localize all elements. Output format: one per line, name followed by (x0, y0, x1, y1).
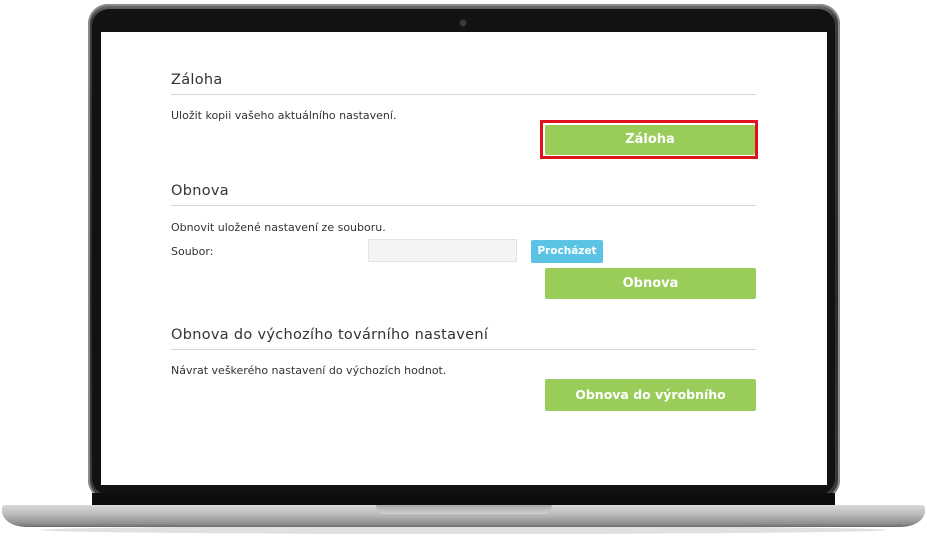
browse-button[interactable]: Procházet (531, 240, 603, 263)
restore-description: Obnovit uložené nastavení ze souboru. (171, 221, 386, 234)
backup-description: Uložit kopii vašeho aktuálního nastavení… (171, 109, 397, 122)
router-settings-screen: Záloha Uložit kopii vašeho aktuálního na… (101, 32, 827, 485)
factory-reset-divider (171, 349, 756, 350)
restore-divider (171, 205, 756, 206)
file-path-input[interactable] (368, 239, 517, 262)
webcam-icon (460, 20, 466, 26)
file-field-label: Soubor: (171, 245, 214, 258)
backup-section-title: Záloha (171, 72, 223, 88)
laptop-shadow (40, 526, 887, 534)
restore-section-title: Obnova (171, 183, 229, 199)
factory-reset-description: Návrat veškerého nastavení do výchozích … (171, 364, 447, 377)
backup-button-highlight (540, 120, 758, 159)
laptop-notch (376, 505, 552, 514)
backup-divider (171, 94, 756, 95)
factory-reset-section-title: Obnova do výchozího továrního nastavení (171, 327, 489, 343)
factory-reset-button[interactable]: Obnova do výrobního nastavení (545, 379, 756, 434)
restore-button[interactable]: Obnova (545, 268, 756, 299)
